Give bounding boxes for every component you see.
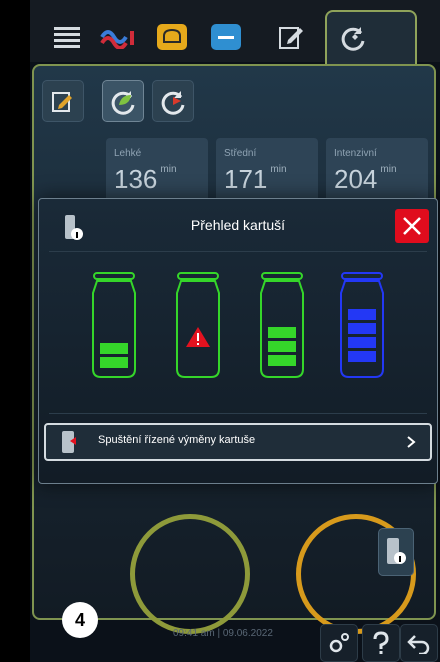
card-label: Střední	[224, 148, 257, 159]
card-duration: 204 min	[334, 164, 397, 194]
card-duration: 136 min	[114, 164, 177, 194]
card-duration: 171 min	[224, 164, 287, 194]
cartridge-2[interactable]	[173, 271, 223, 381]
bread-icon[interactable]	[154, 20, 190, 54]
status-clock: 09:41 am | 09.06.2022	[173, 628, 273, 639]
dialog-title: Přehled kartuší	[190, 217, 286, 233]
card-label: Intenzivní	[334, 148, 377, 159]
action-label: Spuštění řízené výměny kartuše	[98, 434, 256, 446]
back-button[interactable]	[400, 624, 438, 662]
cartridge-info-icon	[387, 538, 406, 564]
close-icon	[403, 217, 421, 235]
settings-button[interactable]	[320, 624, 358, 662]
care-forward-button[interactable]	[152, 80, 194, 122]
care-forward-icon	[161, 91, 185, 115]
chevron-right-icon	[407, 436, 416, 448]
back-arrow-icon	[407, 635, 430, 654]
tray-icon[interactable]	[208, 20, 244, 54]
help-icon	[373, 631, 389, 654]
close-button[interactable]	[395, 209, 429, 243]
program-ring-left	[130, 514, 250, 634]
edit-mode-button[interactable]	[42, 80, 84, 122]
steam-heat-icon[interactable]	[98, 20, 138, 54]
cartridge-1[interactable]	[89, 271, 139, 381]
cartridge-3[interactable]	[257, 271, 307, 381]
step-badge: 4	[62, 602, 98, 638]
care-leaf-button[interactable]	[102, 80, 144, 122]
cartridge-overview-dialog: Přehled kartuší Spuštění řízené výměny k…	[38, 198, 438, 484]
care-cycle-icon[interactable]	[336, 20, 370, 54]
divider	[49, 251, 427, 252]
cartridge-4[interactable]	[337, 271, 387, 381]
top-tab-bar	[30, 0, 440, 68]
help-button[interactable]	[362, 624, 400, 662]
start-cartridge-change-button[interactable]: Spuštění řízené výměny kartuše	[44, 423, 432, 461]
oven-screen: Lehké 136 min Střední 171 min Intenzivní 2…	[30, 0, 440, 662]
card-label: Lehké	[114, 148, 142, 159]
gear-icon	[329, 633, 349, 653]
divider	[49, 413, 427, 414]
cartridge-info-button[interactable]	[378, 528, 414, 576]
cartridge-change-icon	[62, 431, 76, 453]
edit-icon[interactable]	[274, 20, 308, 54]
edit-mode-icon	[52, 92, 72, 112]
menu-list-icon[interactable]	[50, 20, 84, 54]
care-leaf-icon	[111, 91, 135, 115]
